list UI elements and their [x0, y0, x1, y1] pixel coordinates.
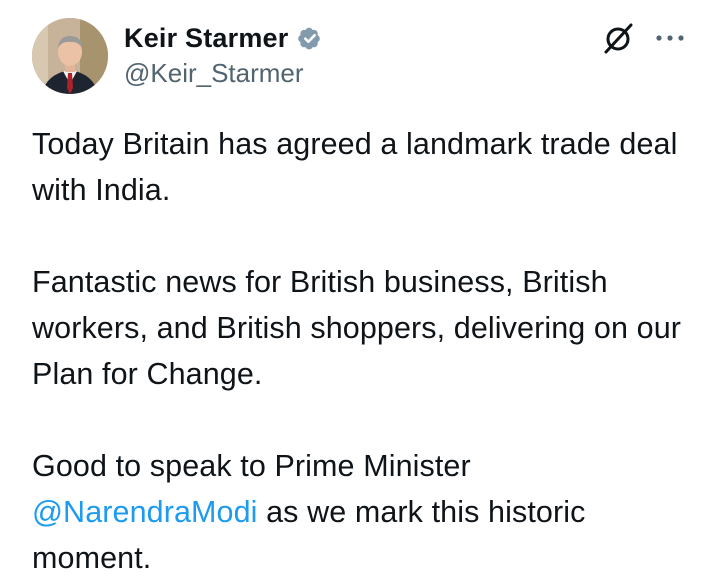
tweet-text: Today Britain has agreed a landmark trad…	[32, 121, 702, 580]
verified-badge-icon[interactable]	[296, 24, 324, 52]
tweet-paragraph-3: Good to speak to Prime Minister @Narendra…	[32, 443, 702, 580]
avatar-image	[32, 18, 108, 94]
author-display-name[interactable]: Keir Starmer	[124, 23, 288, 54]
author-avatar[interactable]	[32, 18, 108, 94]
tweet-paragraph-1: Today Britain has agreed a landmark trad…	[32, 127, 678, 207]
grok-icon[interactable]	[600, 20, 636, 56]
author-handle[interactable]: @Keir_Starmer	[124, 58, 304, 89]
tweet-paragraph-3-prefix: Good to speak to Prime Minister	[32, 449, 471, 483]
tweet-paragraph-2: Fantastic news for British business, Bri…	[32, 265, 682, 391]
author-name-row: Keir Starmer	[124, 20, 324, 56]
more-options-icon[interactable]	[654, 24, 686, 52]
mention-link[interactable]: @NarendraModi	[32, 495, 258, 529]
